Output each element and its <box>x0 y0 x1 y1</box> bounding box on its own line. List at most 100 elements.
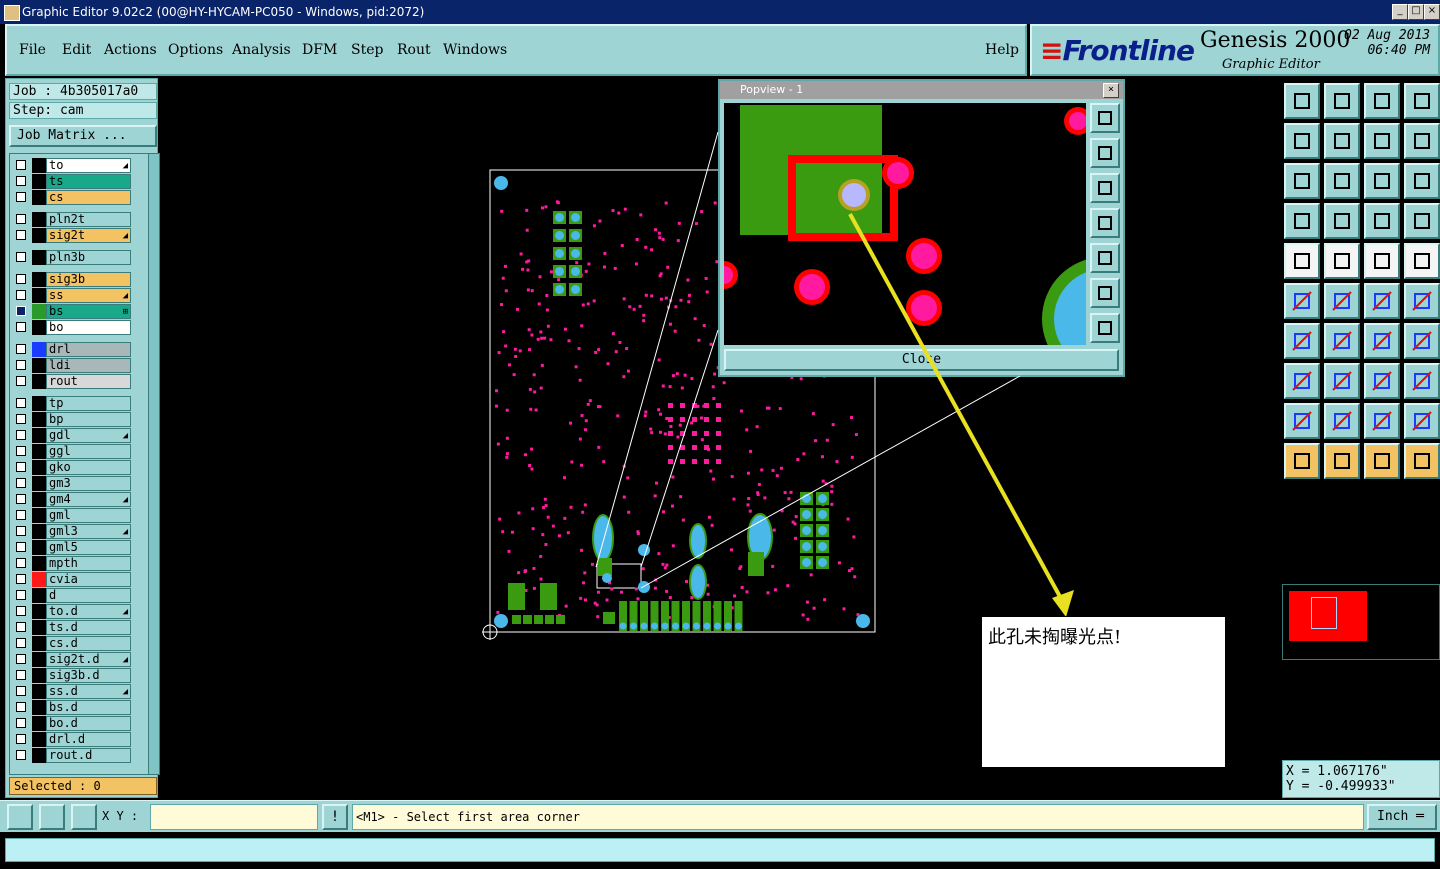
layer-color-swatch[interactable] <box>32 620 46 635</box>
layer-checkbox[interactable] <box>16 702 26 712</box>
layer-checkbox[interactable] <box>16 344 26 354</box>
layer-checkbox[interactable] <box>16 322 26 332</box>
layer-name[interactable]: bp <box>46 412 131 427</box>
snap-mode-button[interactable] <box>1404 123 1440 159</box>
layer-name[interactable]: drl.d <box>46 732 131 747</box>
layer-color-swatch[interactable] <box>32 444 46 459</box>
layer-color-swatch[interactable] <box>32 476 46 491</box>
cut-tool-button[interactable] <box>1324 283 1360 319</box>
layer-color-swatch[interactable] <box>32 636 46 651</box>
layer-row-gml3[interactable]: gml3 ◢ <box>10 524 146 539</box>
layer-color-swatch[interactable] <box>32 652 46 667</box>
layer-name[interactable]: gm3 <box>46 476 131 491</box>
layer-checkbox[interactable] <box>16 590 26 600</box>
overview-minimap[interactable] <box>1282 584 1440 660</box>
layer-name[interactable]: mpth <box>46 556 131 571</box>
flash-tool-button[interactable] <box>1324 243 1360 279</box>
layer-row-ts-d[interactable]: ts.d <box>10 620 146 635</box>
scale-1-2-button[interactable] <box>1364 163 1400 199</box>
layer-checkbox[interactable] <box>16 718 26 728</box>
layer-checkbox[interactable] <box>16 638 26 648</box>
layer-name[interactable]: bs.d <box>46 700 131 715</box>
layer-color-swatch[interactable] <box>32 190 46 205</box>
popview-close-button[interactable]: Close <box>724 349 1119 371</box>
save-layer-button[interactable] <box>1324 83 1360 119</box>
move-left-button[interactable] <box>1284 123 1320 159</box>
layer-name[interactable]: to ◢ <box>46 158 131 173</box>
layer-color-swatch[interactable] <box>32 508 46 523</box>
layer-name[interactable]: pln2t <box>46 212 131 227</box>
layer-checkbox[interactable] <box>16 176 26 186</box>
layer-checkbox[interactable] <box>16 670 26 680</box>
layer-checkbox[interactable] <box>16 734 26 744</box>
layer-color-swatch[interactable] <box>32 540 46 555</box>
layer-color-swatch[interactable] <box>32 288 46 303</box>
menu-dfm[interactable]: DFM <box>302 42 337 58</box>
layer-color-swatch[interactable] <box>32 342 46 357</box>
grid-toggle-button[interactable] <box>1324 203 1360 239</box>
layer-name[interactable]: cs <box>46 190 131 205</box>
split-view-button[interactable] <box>1404 83 1440 119</box>
popview-pan-left-button[interactable] <box>1090 208 1120 238</box>
menu-step[interactable]: Step <box>351 42 383 58</box>
layer-color-swatch[interactable] <box>32 588 46 603</box>
layer-row-ss[interactable]: ss ◢ <box>10 288 146 303</box>
layer-checkbox[interactable] <box>16 542 26 552</box>
menu-edit[interactable]: Edit <box>62 42 91 58</box>
layer-row-gm3[interactable]: gm3 <box>10 476 146 491</box>
layer-color-swatch[interactable] <box>32 668 46 683</box>
layer-name[interactable]: sig3b <box>46 272 131 287</box>
layer-row-d[interactable]: d <box>10 588 146 603</box>
layer-checkbox[interactable] <box>16 430 26 440</box>
layer-row-gdl[interactable]: gdl ◢ <box>10 428 146 443</box>
xy-input[interactable] <box>150 804 318 830</box>
layer-row-bp[interactable]: bp <box>10 412 146 427</box>
line-mid-button[interactable] <box>1324 363 1360 399</box>
layer-row-cs-d[interactable]: cs.d <box>10 636 146 651</box>
layer-name[interactable]: to.d ◢ <box>46 604 131 619</box>
triangle-tool-button[interactable] <box>1324 403 1360 439</box>
line-tool-button[interactable] <box>1364 283 1400 319</box>
layer-row-to-d[interactable]: to.d ◢ <box>10 604 146 619</box>
layer-name[interactable]: cvia <box>46 572 131 587</box>
zoom-area-button[interactable] <box>7 804 33 830</box>
shape-tool-button[interactable] <box>1404 363 1440 399</box>
layer-checkbox[interactable] <box>16 606 26 616</box>
layer-color-swatch[interactable] <box>32 748 46 763</box>
popview-zoom-view[interactable] <box>724 103 1086 345</box>
layer-name[interactable]: pln3b <box>46 250 131 265</box>
layer-name[interactable]: rout.d <box>46 748 131 763</box>
layer-color-swatch[interactable] <box>32 374 46 389</box>
layer-row-cvia[interactable]: cvia <box>10 572 146 587</box>
layer-color-swatch[interactable] <box>32 524 46 539</box>
menu-rout[interactable]: Rout <box>397 42 431 58</box>
pan-all-button[interactable] <box>1324 163 1360 199</box>
layer-checkbox[interactable] <box>16 510 26 520</box>
grid-button[interactable] <box>71 804 97 830</box>
layer-color-swatch[interactable] <box>32 320 46 335</box>
layer-row-gm4[interactable]: gm4 ◢ <box>10 492 146 507</box>
layer-row-rout-d[interactable]: rout.d <box>10 748 146 763</box>
layer-row-cs[interactable]: cs <box>10 190 146 205</box>
layer-color-swatch[interactable] <box>32 604 46 619</box>
menu-actions[interactable]: Actions <box>104 42 157 58</box>
layer-row-bs-d[interactable]: bs.d <box>10 700 146 715</box>
layer-name[interactable]: bs ⊞ <box>46 304 131 319</box>
layer-name[interactable]: sig2t ◢ <box>46 228 131 243</box>
layer-row-bo-d[interactable]: bo.d <box>10 716 146 731</box>
layer-color-swatch[interactable] <box>32 700 46 715</box>
undo-view-button[interactable] <box>1364 123 1400 159</box>
layer-name[interactable]: ss ◢ <box>46 288 131 303</box>
layer-checkbox[interactable] <box>16 290 26 300</box>
layer-checkbox[interactable] <box>16 462 26 472</box>
filter-tool-button[interactable] <box>1284 203 1320 239</box>
layer-checkbox[interactable] <box>16 192 26 202</box>
info-button[interactable]: ! <box>322 804 348 830</box>
layer-color-swatch[interactable] <box>32 250 46 265</box>
select-tool-button[interactable] <box>1324 443 1360 479</box>
layer-name[interactable]: gml <box>46 508 131 523</box>
layer-row-sig2t[interactable]: sig2t ◢ <box>10 228 146 243</box>
minimize-button[interactable]: _ <box>1392 4 1408 20</box>
move-tool-button[interactable] <box>1404 443 1440 479</box>
layer-row-gml[interactable]: gml <box>10 508 146 523</box>
